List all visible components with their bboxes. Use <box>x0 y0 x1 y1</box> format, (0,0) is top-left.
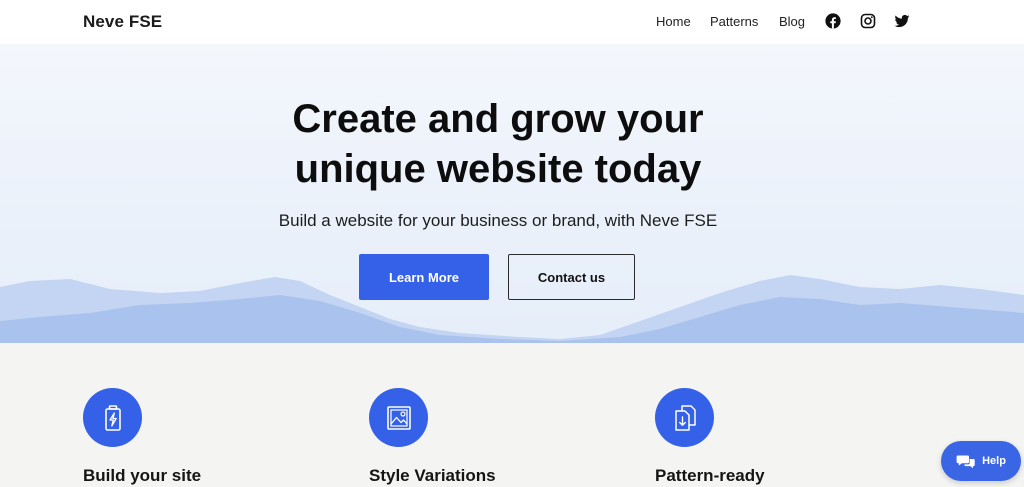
nav-item-home[interactable]: Home <box>656 14 691 29</box>
contact-us-button[interactable]: Contact us <box>508 254 635 300</box>
help-label: Help <box>982 455 1006 467</box>
instagram-icon[interactable] <box>860 13 876 29</box>
documents-download-icon <box>655 388 714 447</box>
facebook-icon[interactable] <box>825 13 841 29</box>
twitter-icon[interactable] <box>894 13 910 29</box>
help-button[interactable]: Help <box>941 441 1021 481</box>
battery-bolt-icon <box>83 388 142 447</box>
hero-subtitle: Build a website for your business or bra… <box>278 211 718 230</box>
hero-title-line-2: unique website today <box>294 147 702 191</box>
hero-title-line-1: Create and grow your <box>292 97 704 141</box>
learn-more-button[interactable]: Learn More <box>359 254 489 300</box>
feature-title-build-your-site: Build your site <box>83 466 202 485</box>
nav-item-blog[interactable]: Blog <box>779 14 805 29</box>
features-section: Build your site Style Variations Pattern… <box>0 343 1024 487</box>
image-icon <box>369 388 428 447</box>
feature-title-pattern-ready: Pattern-ready <box>655 466 765 485</box>
nav-item-patterns[interactable]: Patterns <box>710 14 758 29</box>
site-brand[interactable]: Neve FSE <box>83 12 162 32</box>
feature-title-style-variations: Style Variations <box>369 466 496 485</box>
hero-section: Create and grow your unique website toda… <box>0 44 1024 343</box>
hero-title: Create and grow your unique website toda… <box>0 94 996 194</box>
site-header: Neve FSE Home Patterns Blog <box>0 0 1024 44</box>
chat-bubbles-icon <box>956 455 975 468</box>
